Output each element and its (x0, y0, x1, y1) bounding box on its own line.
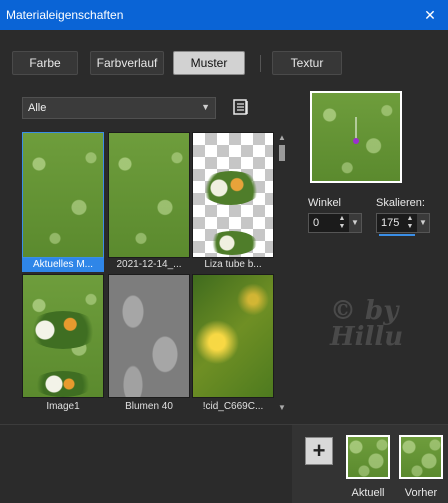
window-title: Materialeigenschaften (6, 8, 124, 22)
chevron-down-icon: ▼ (201, 102, 210, 112)
tab-textur[interactable]: Textur (272, 51, 342, 75)
pattern-thumbnail (108, 132, 190, 258)
pattern-thumbnail (22, 274, 104, 398)
current-swatch[interactable] (346, 435, 390, 479)
book-icon[interactable] (232, 98, 250, 116)
pattern-thumbnail (192, 132, 274, 258)
watermark: © by Hillu (330, 298, 430, 358)
scroll-down-icon[interactable]: ▼ (276, 403, 288, 413)
pattern-thumbnail (22, 132, 104, 258)
chevron-down-icon[interactable]: ▼ (417, 214, 429, 232)
angle-label: Winkel (308, 197, 342, 209)
scale-label: Skalieren: (376, 197, 425, 209)
pattern-scrollbar[interactable]: ▲ ▼ (276, 133, 288, 413)
watermark-line: Hillu (330, 322, 404, 352)
pattern-grid: Aktuelles M... 2021-12-14_... Liza tube … (20, 130, 290, 415)
category-dropdown[interactable]: Alle ▼ (22, 97, 216, 119)
spin-arrows-icon[interactable]: ▲ ▼ (337, 215, 347, 231)
pattern-caption: !cid_C669C... (202, 401, 264, 412)
pattern-caption: Aktuelles M... (22, 258, 104, 272)
flower-bouquet-shape (33, 371, 93, 397)
pattern-caption: Liza tube b... (204, 259, 262, 270)
pattern-caption: 2021-12-14_... (116, 259, 182, 270)
watermark-line: © by (330, 296, 399, 326)
flower-bouquet-shape (27, 311, 99, 349)
scrollbar-thumb[interactable] (279, 145, 285, 161)
scroll-up-icon[interactable]: ▲ (276, 133, 288, 143)
angle-handle-icon[interactable] (312, 93, 402, 183)
angle-value[interactable]: 0 (313, 217, 319, 229)
previous-swatch[interactable] (399, 435, 443, 479)
current-swatch-label: Aktuell (351, 487, 385, 499)
pattern-thumbnail (108, 274, 190, 398)
pattern-preview[interactable] (310, 91, 402, 183)
title-bar: Materialeigenschaften ✕ (0, 0, 448, 30)
spin-arrows-icon[interactable]: ▲ ▼ (405, 215, 415, 231)
pattern-caption: Blumen 40 (125, 401, 173, 412)
angle-spinbox[interactable]: 0 ▲ ▼ ▼ (308, 213, 362, 233)
scale-value[interactable]: 175 (381, 217, 399, 229)
close-icon[interactable]: ✕ (418, 4, 442, 26)
tab-farbverlauf[interactable]: Farbverlauf (90, 51, 164, 75)
tab-farbe[interactable]: Farbe (12, 51, 78, 75)
flower-bouquet-shape (207, 231, 257, 255)
scale-slider-bar[interactable] (379, 234, 415, 236)
scale-spinbox[interactable]: 175 ▲ ▼ ▼ (376, 213, 430, 236)
pattern-caption: Image1 (46, 401, 80, 412)
tab-separator (260, 55, 261, 72)
chevron-down-icon[interactable]: ▼ (349, 214, 361, 232)
category-dropdown-value: Alle (28, 102, 47, 114)
add-swatch-button[interactable]: + (305, 437, 333, 465)
flower-bouquet-shape (201, 171, 261, 205)
tab-muster[interactable]: Muster (173, 51, 245, 75)
previous-swatch-label: Vorher (404, 487, 438, 499)
pattern-thumbnail (192, 274, 274, 398)
material-tabs: Farbe Farbverlauf Muster Textur (0, 51, 448, 77)
